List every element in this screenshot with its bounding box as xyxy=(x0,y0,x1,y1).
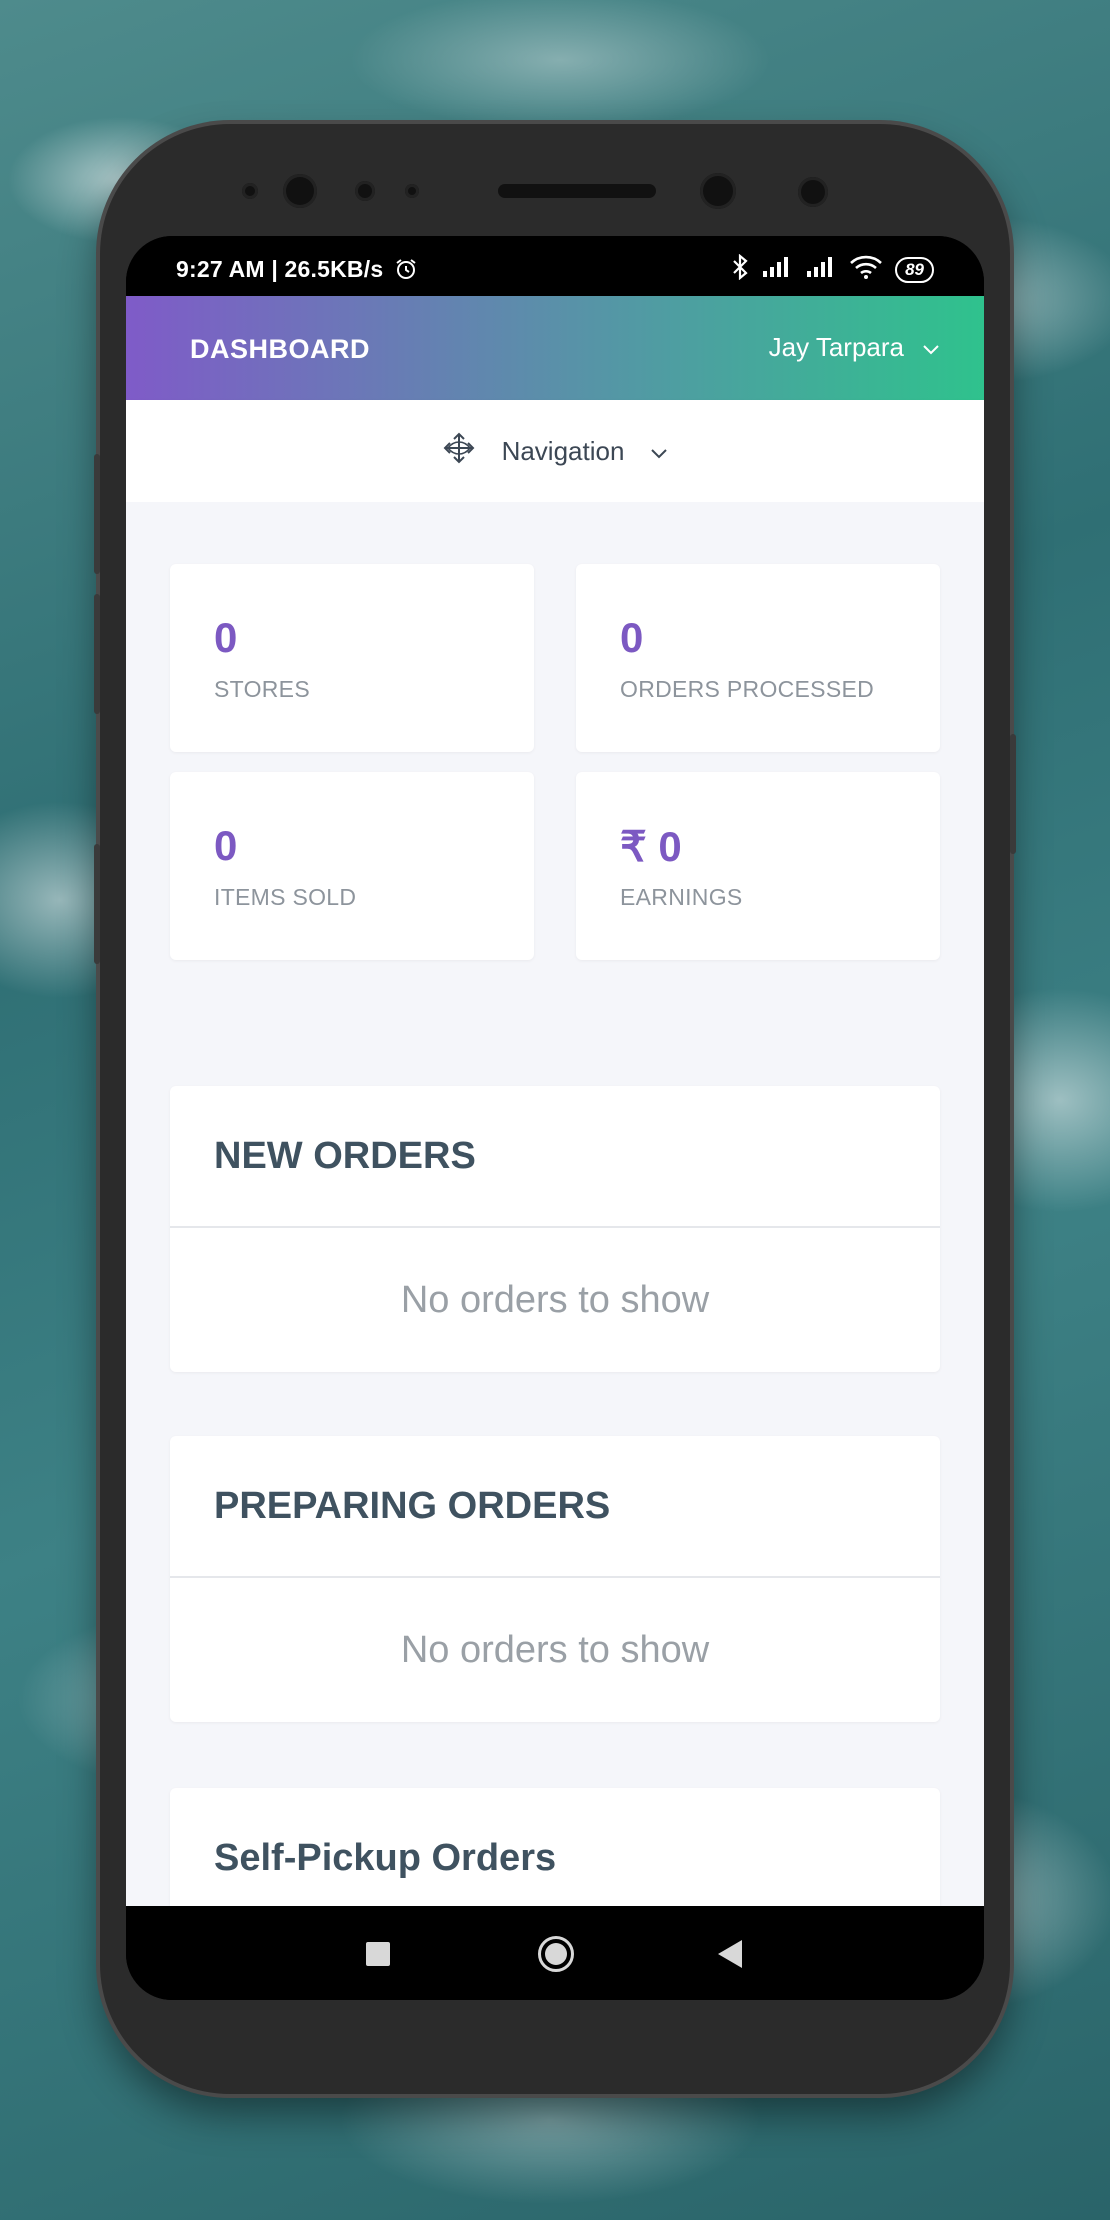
status-bar: 9:27 AM | 26.5KB/s 89 xyxy=(126,236,984,296)
empty-state-text: No orders to show xyxy=(400,1628,710,1671)
signal-icon xyxy=(761,255,793,285)
side-button xyxy=(94,844,100,964)
stat-value: 0 xyxy=(214,822,238,869)
chevron-down-icon xyxy=(922,332,940,363)
stat-card-items-sold: 0 ITEMS SOLD xyxy=(170,772,534,960)
dashboard-content: 0 STORES 0 ORDERS PROCESSED 0 ITEMS SOLD… xyxy=(126,502,984,1906)
sensor-icon xyxy=(355,181,375,201)
status-time: 9:27 AM | 26.5KB/s xyxy=(176,256,384,282)
recent-apps-button[interactable] xyxy=(366,1942,390,1966)
status-time-wrap: 9:27 AM | 26.5KB/s xyxy=(176,256,418,287)
stat-label: EARNINGS xyxy=(620,884,743,910)
front-camera-icon xyxy=(700,173,736,209)
user-name: Jay Tarpara xyxy=(768,332,904,362)
stat-label: ITEMS SOLD xyxy=(214,884,357,910)
section-title: PREPARING ORDERS xyxy=(170,1436,940,1578)
sensor-icon xyxy=(242,183,258,199)
user-menu-dropdown[interactable]: Jay Tarpara xyxy=(769,332,940,363)
stat-label: ORDERS PROCESSED xyxy=(620,676,875,702)
app-screen: 9:27 AM | 26.5KB/s 89 DASHBOARD Jay Tarp… xyxy=(126,236,984,2000)
bluetooth-icon xyxy=(731,253,749,286)
stat-label: STORES xyxy=(214,676,310,702)
preparing-orders-panel: PREPARING ORDERS No orders to show xyxy=(170,1436,940,1722)
self-pickup-orders-panel: Self-Pickup Orders xyxy=(170,1788,940,1906)
stat-card-stores: 0 STORES xyxy=(170,564,534,752)
section-title: Self-Pickup Orders xyxy=(170,1788,940,1906)
sensor-icon xyxy=(798,177,828,207)
section-title: NEW ORDERS xyxy=(170,1086,940,1228)
stat-value: 0 xyxy=(620,614,644,661)
earpiece-speaker xyxy=(498,184,656,198)
signal-icon xyxy=(805,255,837,285)
back-button[interactable] xyxy=(718,1940,742,1968)
navigation-label: Navigation xyxy=(501,435,625,466)
sensor-icon xyxy=(405,184,419,198)
page-title: DASHBOARD xyxy=(190,334,370,364)
wifi-icon xyxy=(849,255,883,285)
move-arrows-icon xyxy=(442,431,476,472)
stat-value: ₹ 0 xyxy=(620,823,682,870)
volume-up-button xyxy=(94,454,100,574)
new-orders-panel: NEW ORDERS No orders to show xyxy=(170,1086,940,1372)
stat-value: 0 xyxy=(214,614,238,661)
front-camera-icon xyxy=(283,174,317,208)
alarm-icon xyxy=(394,257,418,287)
empty-state-text: No orders to show xyxy=(400,1278,710,1321)
power-button xyxy=(1010,734,1016,854)
stat-card-earnings: ₹ 0 EARNINGS xyxy=(576,772,940,960)
volume-down-button xyxy=(94,594,100,714)
home-button[interactable] xyxy=(538,1936,574,1972)
status-icons: 89 xyxy=(731,253,934,286)
app-header: DASHBOARD Jay Tarpara xyxy=(126,296,984,400)
chevron-down-icon xyxy=(650,436,668,467)
stat-card-orders-processed: 0 ORDERS PROCESSED xyxy=(576,564,940,752)
battery-icon: 89 xyxy=(895,257,934,283)
navigation-dropdown[interactable]: Navigation xyxy=(126,400,984,502)
system-navigation-bar xyxy=(126,1906,984,2000)
